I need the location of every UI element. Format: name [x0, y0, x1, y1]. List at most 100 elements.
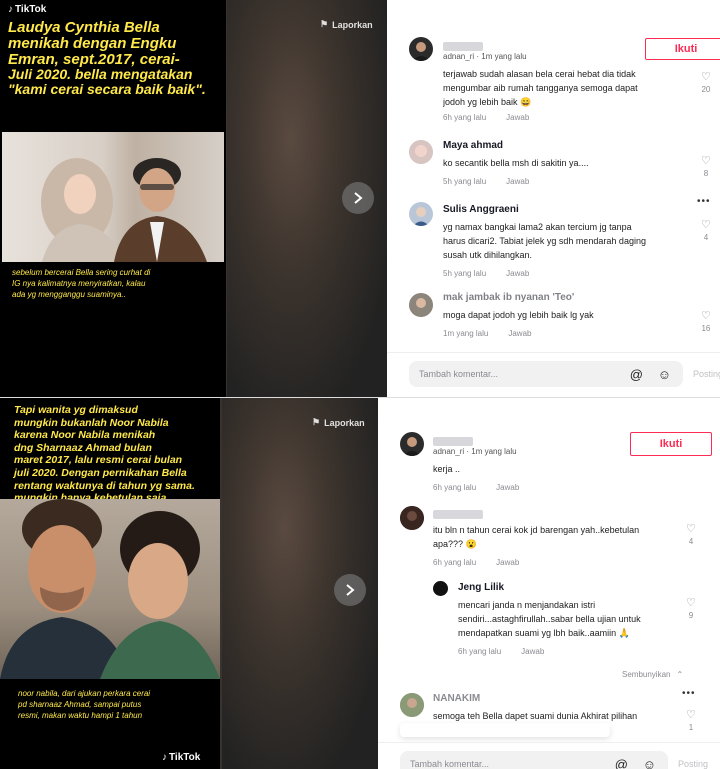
reply-button[interactable]: Jawab — [508, 329, 531, 338]
divider — [387, 352, 720, 353]
author-meta: adnan_ri · 1m yang lalu — [443, 52, 527, 61]
author-time: 1m yang lalu — [481, 52, 527, 61]
comment-time: 5h yang lalu — [443, 268, 487, 278]
comment-input-placeholder: Tambah komentar... — [419, 369, 499, 379]
reply-button[interactable]: Jawab — [506, 177, 529, 186]
caption-line: karena Noor Nabila menikah — [14, 429, 156, 442]
hide-replies-label: Sembunyikan — [622, 670, 671, 679]
couple-photo-illustration — [41, 158, 207, 262]
author-avatar[interactable] — [400, 432, 424, 456]
reply-button[interactable]: Jawab — [496, 558, 519, 567]
comment-item: NANAKIM semoga teh Bella dapet suami dun… — [433, 693, 683, 724]
commenter-avatar[interactable] — [400, 693, 424, 717]
commenter-name-blurred — [433, 506, 483, 524]
comment-text: mencari janda n menjandakan istri sendir… — [458, 600, 641, 638]
more-options-button[interactable]: ••• — [682, 688, 696, 699]
tiktok-note-icon: ♪ — [162, 752, 167, 763]
commenter-name[interactable]: Sulis Anggraeni — [443, 204, 693, 215]
report-button[interactable]: ⚑ Laporkan — [312, 417, 365, 428]
more-options-button[interactable]: ••• — [697, 196, 711, 207]
commenter-avatar[interactable] — [409, 202, 433, 226]
reply-button[interactable]: Jawab — [506, 269, 529, 278]
like-button[interactable]: ♡ 1 — [686, 708, 696, 732]
follow-label: Ikuti — [674, 43, 698, 55]
like-button[interactable]: ♡ 4 — [701, 218, 711, 242]
like-button[interactable]: ♡ 4 — [686, 522, 696, 546]
commenter-name[interactable]: Jeng Lilik — [458, 582, 688, 593]
tiktok-logo: ♪ TikTok — [8, 4, 46, 15]
like-button[interactable]: ♡ 9 — [686, 596, 696, 620]
reply-button[interactable]: Jawab — [506, 113, 529, 122]
caption-line: dng Sharnaaz Ahmad bulan — [14, 441, 152, 454]
reply-button[interactable]: Jawab — [521, 647, 544, 656]
commenter-name[interactable]: Maya ahmad — [443, 140, 683, 151]
comment-text: kerja .. — [433, 464, 461, 474]
caption-line: juli 2020. Dengan pernikahan Bella — [14, 466, 187, 479]
couple-photo-illustration — [0, 499, 220, 679]
commenter-name[interactable]: NANAKIM — [433, 693, 683, 704]
comment-input[interactable]: Tambah komentar... @ ☺ — [400, 751, 668, 769]
divider — [378, 742, 720, 743]
comment-input[interactable]: Tambah komentar... @ ☺ — [409, 361, 683, 387]
comment-item: Maya ahmad ko secantik bella msh di saki… — [443, 140, 683, 186]
caption-line: "kami cerai secara baik baik". — [8, 80, 206, 97]
commenter-avatar[interactable] — [400, 506, 424, 530]
comment-item: itu bln n tahun cerai kok jd barengan ya… — [433, 524, 683, 567]
report-button[interactable]: ⚑ Laporkan — [320, 19, 373, 30]
comment-time: 1m yang lalu — [443, 328, 489, 338]
couple-photo — [0, 499, 220, 679]
like-count: 4 — [688, 537, 694, 546]
heart-icon: ♡ — [686, 523, 696, 535]
mention-icon[interactable]: @ — [615, 757, 628, 769]
hide-replies-button[interactable]: Sembunyikan ⌃ — [622, 670, 683, 679]
emoji-icon[interactable]: ☺ — [658, 367, 671, 382]
replier-avatar[interactable] — [433, 581, 448, 596]
like-count: 20 — [701, 85, 711, 94]
comment-time: 6h yang lalu — [433, 557, 477, 567]
video-subcaption: noor nabila, dari ajukan perkara cerai p… — [18, 689, 218, 721]
video-player[interactable]: ⚑ Laporkan Tapi wanita yg dimaksud mungk… — [0, 398, 378, 769]
chevron-right-icon — [346, 584, 355, 596]
heart-icon: ♡ — [686, 709, 696, 721]
post-button[interactable]: Posting — [693, 369, 720, 379]
like-count: 16 — [701, 324, 711, 333]
reply-button[interactable]: Jawab — [496, 483, 519, 492]
author-avatar[interactable] — [409, 37, 433, 61]
subcaption-line: resmi, makan waktu hampi 1 tahun — [18, 710, 143, 720]
commenter-name[interactable]: mak jambak ib nyanan 'Teo' — [443, 292, 693, 303]
like-button[interactable]: ♡ 20 — [701, 70, 711, 94]
video-caption: Laudya Cynthia Bella menikah dengan Engk… — [8, 20, 222, 97]
comments-panel: adnan_ri · 1m yang lalu Ikuti terjawab s… — [387, 0, 720, 397]
emoji-icon[interactable]: ☺ — [643, 757, 656, 769]
comment-text: yg namax bangkai lama2 akan tercium jg t… — [443, 222, 646, 260]
author-meta: adnan_ri · 1m yang lalu — [433, 447, 517, 456]
subcaption-line: ada yg mengganggu suaminya.. — [12, 289, 126, 299]
comment-time: 6h yang lalu — [443, 112, 487, 122]
like-count: 8 — [703, 169, 709, 178]
tiktok-note-icon: ♪ — [8, 4, 13, 15]
follow-button[interactable]: Ikuti — [645, 38, 720, 60]
comments-panel: adnan_ri · 1m yang lalu Ikuti kerja .. 6… — [378, 398, 720, 769]
like-count: 1 — [688, 723, 694, 732]
next-video-button[interactable] — [342, 182, 374, 214]
like-button[interactable]: ♡ 8 — [701, 154, 711, 178]
heart-icon: ♡ — [701, 71, 711, 83]
commenter-avatar[interactable] — [409, 140, 433, 164]
follow-button[interactable]: Ikuti — [630, 432, 712, 456]
video-player[interactable]: ♪ TikTok ⚑ Laporkan Laudya Cynthia Bella… — [0, 0, 387, 397]
post-button[interactable]: Posting — [678, 759, 708, 769]
caption-line: Juli 2020. bella mengatakan — [8, 66, 193, 83]
chevron-up-icon: ⌃ — [676, 670, 684, 679]
report-label: Laporkan — [324, 417, 365, 428]
comment-item: kerja .. 6h yang lalu Jawab — [433, 463, 673, 492]
author-username[interactable]: adnan_ri — [433, 447, 464, 456]
subcaption-line: sebelum bercerai Bella sering curhat di — [12, 268, 151, 277]
mention-icon[interactable]: @ — [630, 367, 643, 382]
heart-icon: ♡ — [686, 597, 696, 609]
author-username[interactable]: adnan_ri — [443, 52, 474, 61]
comment-text: itu bln n tahun cerai kok jd barengan ya… — [433, 525, 640, 549]
like-button[interactable]: ♡ 16 — [701, 309, 711, 333]
next-video-button[interactable] — [334, 574, 366, 606]
commenter-avatar[interactable] — [409, 293, 433, 317]
flag-icon: ⚑ — [320, 19, 329, 29]
